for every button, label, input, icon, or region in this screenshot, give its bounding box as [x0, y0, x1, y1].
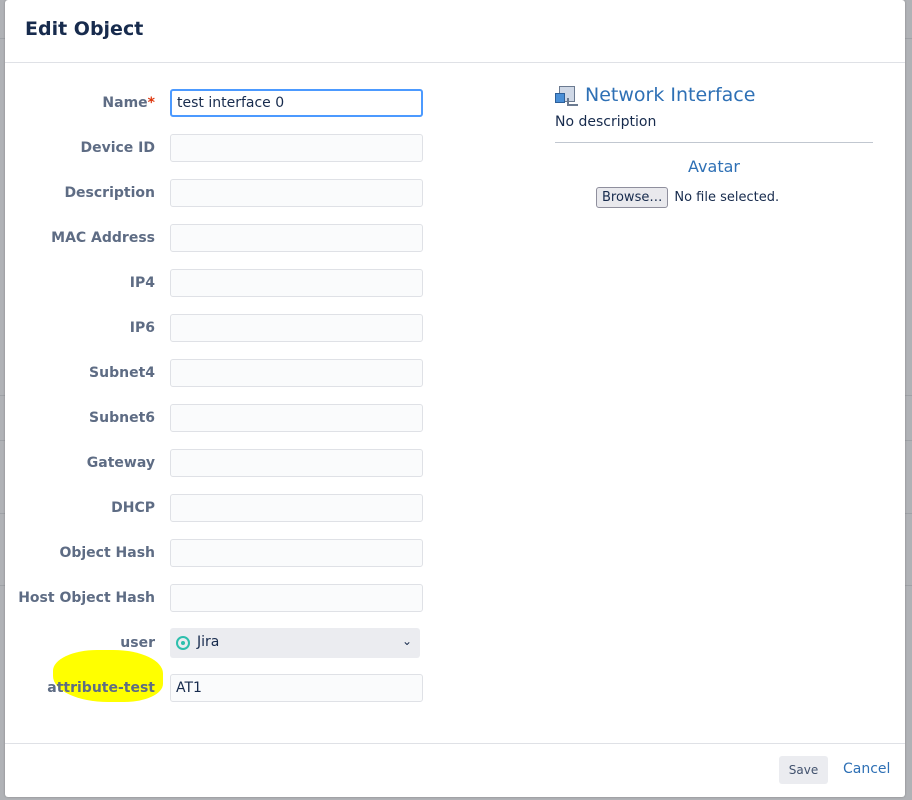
background-divider	[905, 440, 912, 441]
jira-user-icon	[176, 636, 190, 650]
name-field[interactable]	[170, 89, 423, 117]
attribute-test-field[interactable]	[170, 674, 423, 702]
required-marker: *	[147, 95, 155, 111]
mac-address-field[interactable]	[170, 224, 423, 252]
object-type-description: No description	[555, 114, 657, 130]
ip4-field[interactable]	[170, 269, 423, 297]
dhcp-field[interactable]	[170, 494, 423, 522]
subnet6-field[interactable]	[170, 404, 423, 432]
gateway-field[interactable]	[170, 449, 423, 477]
host-object-hash-field[interactable]	[170, 584, 423, 612]
user-select-value: Jira	[197, 634, 220, 650]
subnet4-field[interactable]	[170, 359, 423, 387]
object-type-name: Network Interface	[585, 84, 756, 106]
description-field[interactable]	[170, 179, 423, 207]
save-button[interactable]: Save	[779, 756, 828, 784]
subnet6-label: Subnet6	[89, 410, 155, 426]
cancel-link[interactable]: Cancel	[843, 761, 890, 777]
browse-button[interactable]: Browse…	[596, 187, 669, 208]
background-divider	[905, 513, 912, 514]
host-object-hash-label: Host Object Hash	[18, 590, 155, 606]
file-status: No file selected.	[674, 190, 780, 205]
ip6-field[interactable]	[170, 314, 423, 342]
description-label: Description	[64, 185, 155, 201]
name-label: Name*	[102, 95, 155, 111]
panel-divider	[555, 142, 873, 143]
ip6-label: IP6	[129, 320, 155, 336]
avatar-file-input: Browse… No file selected.	[596, 187, 779, 208]
gateway-label: Gateway	[86, 455, 155, 471]
footer-divider	[5, 743, 905, 744]
device-id-label: Device ID	[80, 140, 155, 156]
background-divider	[905, 38, 912, 39]
edit-object-dialog: Edit Object Name* Device ID Description …	[5, 0, 905, 797]
object-type-header: Network Interface	[555, 84, 755, 106]
background-divider	[905, 585, 912, 586]
dialog-title: Edit Object	[25, 18, 144, 40]
attribute-test-label: attribute-test	[47, 680, 155, 696]
subnet4-label: Subnet4	[89, 365, 155, 381]
dialog-header: Edit Object	[5, 0, 905, 63]
chevron-down-icon: ⌄	[401, 634, 412, 648]
background-divider	[905, 395, 912, 396]
network-interface-icon	[555, 84, 578, 106]
mac-address-label: MAC Address	[51, 230, 155, 246]
object-hash-label: Object Hash	[59, 545, 155, 561]
avatar-title: Avatar	[688, 157, 740, 176]
dhcp-label: DHCP	[111, 500, 155, 516]
device-id-field[interactable]	[170, 134, 423, 162]
ip4-label: IP4	[129, 275, 155, 291]
user-label: user	[120, 635, 155, 651]
object-hash-field[interactable]	[170, 539, 423, 567]
user-select[interactable]: Jira ⌄	[170, 628, 420, 658]
